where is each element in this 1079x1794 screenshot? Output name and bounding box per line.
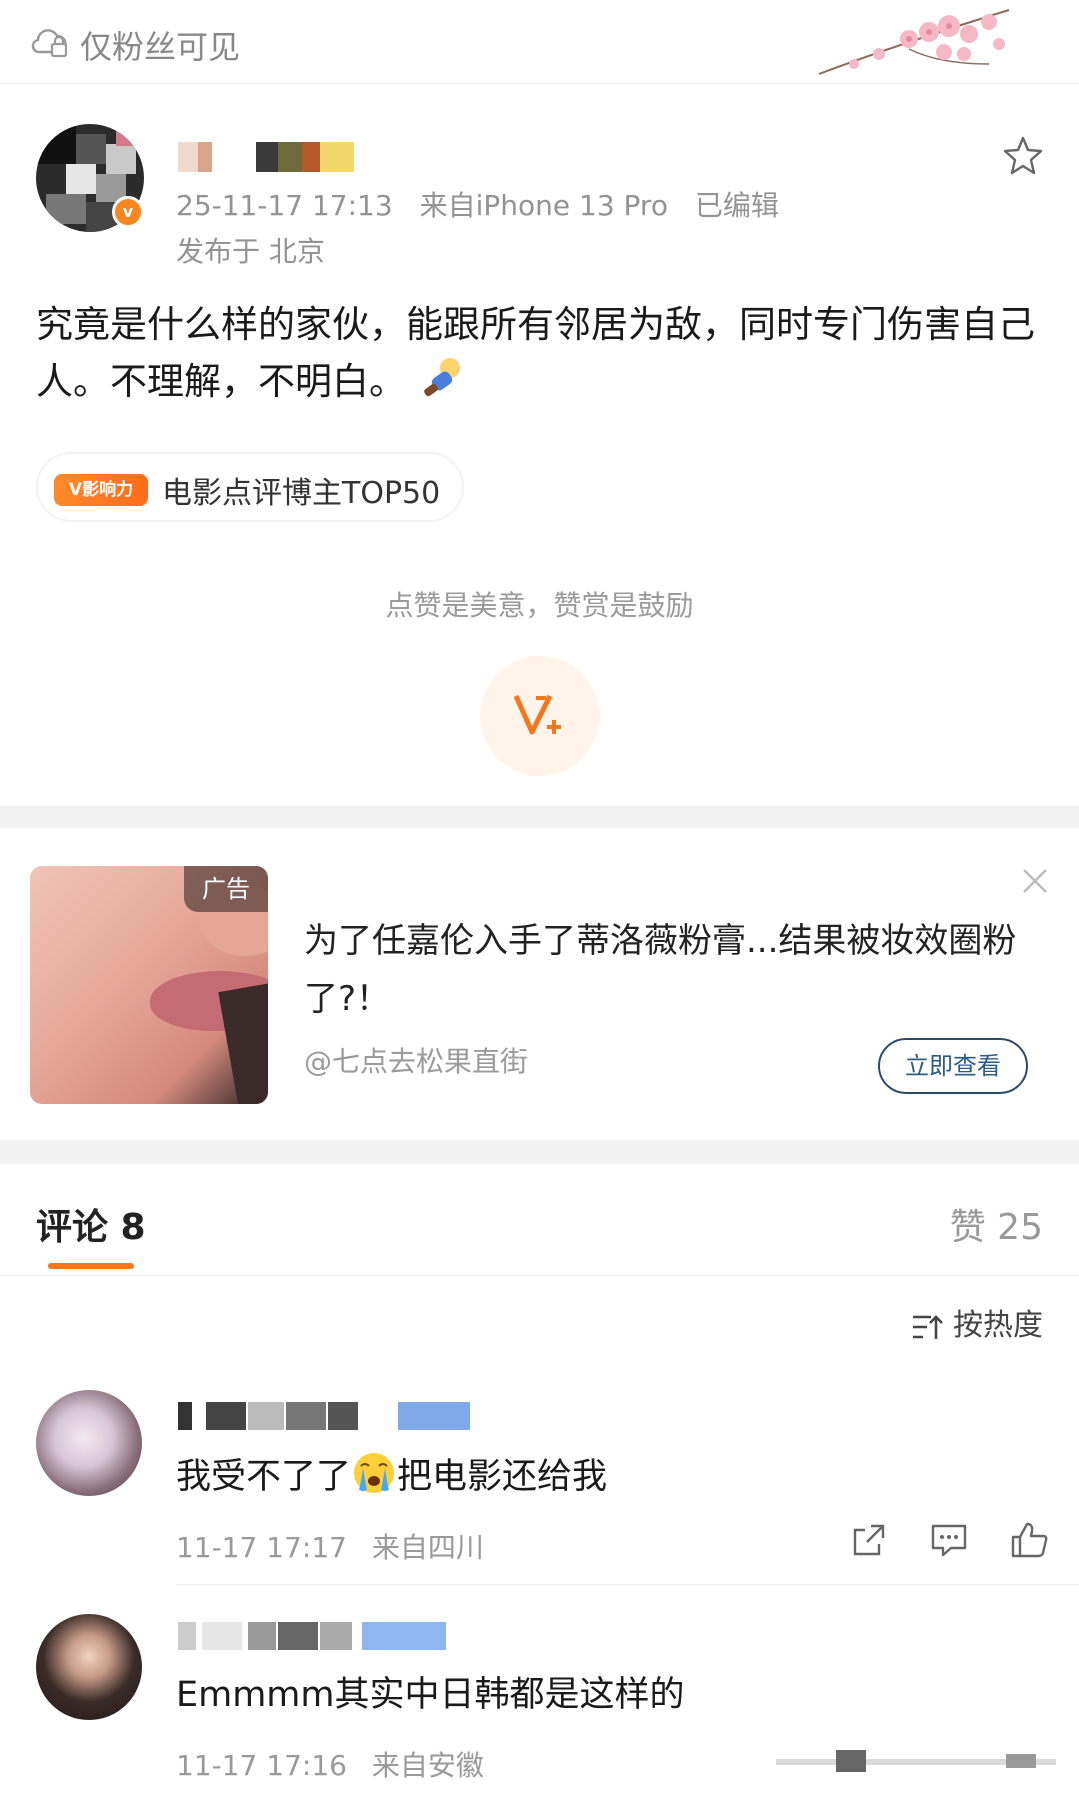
sort-icon [913,1315,943,1339]
post-source: 来自iPhone 13 Pro [419,189,668,222]
comment-icon[interactable] [929,1520,969,1560]
comment-timestamp: 11-17 17:17 [176,1531,347,1564]
reward-button[interactable] [480,656,600,776]
v-plus-icon [513,694,561,735]
post-card: v 25-11-17 17:13 来自iPhone 13 Pro 已编辑 发布于… [0,84,1079,806]
ad-title[interactable]: 为了任嘉伦入手了蒂洛薇粉膏...结果被妆效圈粉了?！ [304,912,1024,1028]
share-icon[interactable] [849,1520,889,1560]
comment-location: 来自四川 [371,1531,484,1564]
verified-badge-icon: v [112,196,144,228]
username-blurred[interactable] [178,1402,478,1430]
post-location: 发布于 北京 [176,235,325,268]
comment-meta: 11-17 17:16 来自安徽 [176,1744,500,1784]
star-icon[interactable] [1001,134,1045,178]
scroll-indicator-icon [776,1750,1056,1772]
ad-source[interactable]: @七点去松果直街 [304,1040,528,1080]
post-edited: 已编辑 [694,189,779,222]
like-icon[interactable] [1009,1520,1049,1560]
sort-button[interactable]: 按热度 [911,1300,1043,1344]
reward-text: 点赞是美意，赞赏是鼓励 [385,589,694,622]
ad-card[interactable]: 广告 为了任嘉伦入手了蒂洛薇粉膏...结果被妆效圈粉了?！ @七点去松果直街 立… [0,828,1079,1140]
avatar[interactable] [36,1614,142,1720]
username-blurred[interactable] [178,1622,478,1650]
list-item: 我受不了了 把电影还给我 11-17 17:17 来自四川 [0,1372,1079,1588]
tab-likes[interactable]: 赞 25 [950,1198,1043,1250]
post-body: 究竟是什么样的家伙，能跟所有邻居为敌，同时专门伤害自己人。不理解，不明白。 [36,303,1035,403]
section-divider [0,1140,1079,1164]
comments-header: 评论 8 赞 25 [0,1164,1079,1276]
tab-active-indicator [48,1263,134,1269]
close-icon[interactable] [1018,864,1052,898]
influence-tag[interactable]: V影响力 电影点评博主TOP50 [36,452,464,522]
sort-label: 按热度 [953,1308,1043,1343]
divider [176,1584,1079,1585]
comment-actions [849,1520,1049,1560]
comment-timestamp: 11-17 17:16 [176,1749,347,1782]
ad-cta-button[interactable]: 立即查看 [878,1038,1028,1094]
comment-meta: 11-17 17:17 来自四川 [176,1526,500,1566]
comment-location: 来自安徽 [371,1749,484,1782]
crying-emoji-icon [354,1453,395,1493]
influence-badge: V影响力 [54,474,148,506]
post-text: 究竟是什么样的家伙，能跟所有邻居为敌，同时专门伤害自己人。不理解，不明白。 [36,296,1046,410]
top-bar: 仅粉丝可见 [0,0,1079,84]
cherry-blossom-decoration-icon [818,9,1010,75]
visibility-label: 仅粉丝可见 [80,28,241,66]
comment-text: 我受不了了 把电影还给我 [176,1448,607,1499]
avatar[interactable] [36,1390,142,1496]
cloud-lock-icon [31,29,68,58]
tab-comments[interactable]: 评论 8 [36,1198,146,1250]
comment-text: Emmmm其实中日韩都是这样的 [176,1675,685,1715]
influence-label: 电影点评博主TOP50 [162,476,441,511]
post-meta: 25-11-17 17:13 来自iPhone 13 Pro 已编辑 [176,184,797,224]
post-timestamp: 25-11-17 17:13 [176,189,393,222]
username-blurred[interactable] [178,142,363,172]
doll-emoji-icon [423,358,460,397]
section-divider [0,806,1079,828]
ad-tag: 广告 [184,866,268,912]
